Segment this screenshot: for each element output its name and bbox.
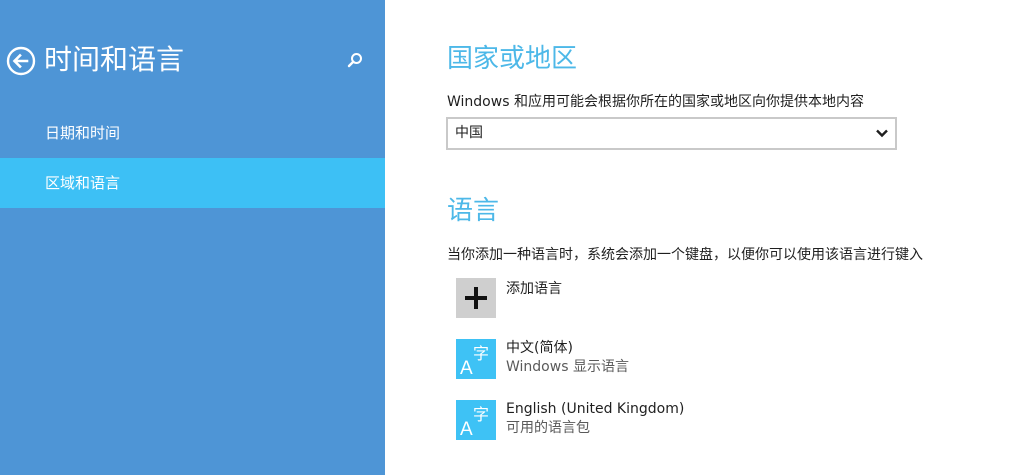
language-description: 当你添加一种语言时，系统会添加一个键盘，以便你可以使用该语言进行键入: [447, 247, 923, 263]
language-item-chinese[interactable]: A 字 中文(简体) Windows 显示语言: [456, 339, 896, 381]
region-description: Windows 和应用可能会根据你所在的国家或地区向你提供本地内容: [447, 94, 864, 110]
sidebar-item-label: 区域和语言: [45, 174, 121, 192]
language-section-title: 语言: [447, 196, 500, 226]
language-tile: A 字: [456, 339, 496, 379]
sidebar: 时间和语言 日期和时间 区域和语言: [0, 0, 385, 475]
plus-icon: [465, 287, 487, 309]
sidebar-nav: 日期和时间 区域和语言: [0, 108, 385, 208]
back-arrow-icon: [6, 46, 36, 76]
back-button[interactable]: [6, 46, 36, 76]
search-icon: [347, 53, 362, 68]
page-title: 时间和语言: [44, 43, 185, 76]
sidebar-item-date-time[interactable]: 日期和时间: [0, 108, 385, 158]
language-status: 可用的语言包: [506, 420, 590, 436]
svg-text:字: 字: [473, 405, 489, 424]
svg-text:A: A: [460, 419, 473, 440]
settings-window: 时间和语言 日期和时间 区域和语言 国家或地区 Windows 和应用可能会根据…: [0, 0, 1021, 475]
language-name: English (United Kingdom): [506, 401, 685, 417]
language-item-english[interactable]: A 字 English (United Kingdom) 可用的语言包: [456, 400, 896, 442]
language-name: 中文(简体): [506, 340, 573, 356]
language-glyph-icon: A 字: [460, 405, 489, 440]
chevron-down-icon: [876, 129, 888, 138]
sidebar-item-region-language[interactable]: 区域和语言: [0, 158, 385, 208]
country-region-dropdown[interactable]: 中国: [446, 117, 897, 150]
svg-text:字: 字: [473, 344, 489, 363]
add-language-button[interactable]: 添加语言: [456, 278, 896, 320]
sidebar-header: 时间和语言: [0, 38, 385, 82]
region-section-title: 国家或地区: [447, 44, 578, 74]
sidebar-item-label: 日期和时间: [45, 124, 121, 142]
search-button[interactable]: [346, 51, 364, 69]
language-status: Windows 显示语言: [506, 359, 629, 375]
add-language-tile: [456, 278, 496, 318]
add-language-label: 添加语言: [506, 281, 562, 297]
language-tile: A 字: [456, 400, 496, 440]
country-region-value: 中国: [455, 125, 483, 141]
language-glyph-icon: A 字: [460, 344, 489, 379]
svg-text:A: A: [460, 358, 473, 379]
main-content: 国家或地区 Windows 和应用可能会根据你所在的国家或地区向你提供本地内容 …: [385, 0, 1021, 475]
